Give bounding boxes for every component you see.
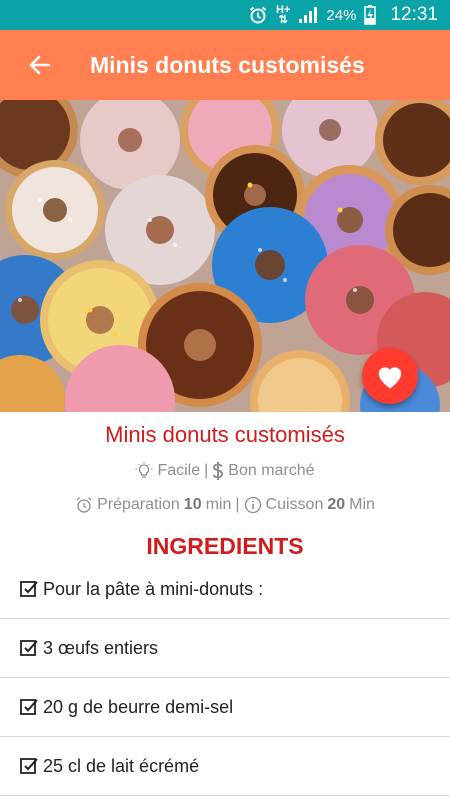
recipe-meta-difficulty-cost: Facile | Bon marché	[0, 462, 450, 480]
ingredients-heading: INGREDIENTS	[146, 533, 304, 559]
info-icon	[244, 496, 261, 514]
difficulty-value: Facile	[157, 462, 201, 479]
separator: |	[235, 496, 240, 513]
alarm-clock-icon	[76, 497, 92, 513]
dollar-icon	[212, 462, 224, 480]
lightbulb-icon	[135, 462, 153, 478]
network-type: H+ ⇅	[276, 4, 291, 26]
favorite-button[interactable]	[362, 348, 418, 404]
checkbox-checked-icon	[20, 699, 38, 715]
ingredient-item[interactable]: 3 œufs entiers	[0, 619, 450, 678]
prep-value: 10	[183, 496, 202, 513]
arrow-left-icon	[29, 55, 51, 75]
clock: 12:31	[390, 4, 438, 25]
separator: |	[204, 462, 209, 479]
app-bar-title: Minis donuts customisés	[90, 51, 365, 78]
recipe-title: Minis donuts customisés	[105, 422, 345, 447]
cook-label: Cuisson	[265, 496, 324, 513]
ingredient-text: 20 g de beurre demi-sel	[43, 696, 234, 717]
alarm-icon	[249, 6, 267, 24]
ingredients-list: Pour la pâte à mini-donuts : 3 œufs enti…	[0, 560, 450, 796]
checkbox-checked-icon	[20, 581, 38, 597]
cost-value: Bon marché	[228, 462, 315, 479]
app-bar: Minis donuts customisés	[0, 30, 450, 100]
heart-icon	[378, 367, 402, 389]
ingredient-item[interactable]: 25 cl de lait écrémé	[0, 737, 450, 796]
ingredient-item[interactable]: 20 g de beurre demi-sel	[0, 678, 450, 737]
back-button[interactable]	[0, 30, 80, 100]
status-bar: H+ ⇅ 24% 12:31	[0, 0, 450, 30]
recipe-meta-times: Préparation 10 min | Cuisson 20 Min	[0, 496, 450, 514]
cook-unit: Min	[349, 496, 375, 513]
ingredient-item[interactable]: Pour la pâte à mini-donuts :	[0, 560, 450, 619]
ingredient-text: Pour la pâte à mini-donuts :	[43, 578, 264, 599]
prep-unit: min	[205, 496, 232, 513]
checkbox-checked-icon	[20, 758, 38, 774]
ingredient-text: 3 œufs entiers	[43, 637, 159, 658]
cook-value: 20	[327, 496, 346, 513]
checkbox-checked-icon	[20, 640, 38, 656]
battery-percent: 24%	[326, 6, 357, 24]
battery-charging-icon	[364, 5, 377, 25]
signal-icon	[299, 7, 318, 23]
prep-label: Préparation	[97, 496, 180, 513]
ingredient-text: 25 cl de lait écrémé	[43, 755, 200, 776]
